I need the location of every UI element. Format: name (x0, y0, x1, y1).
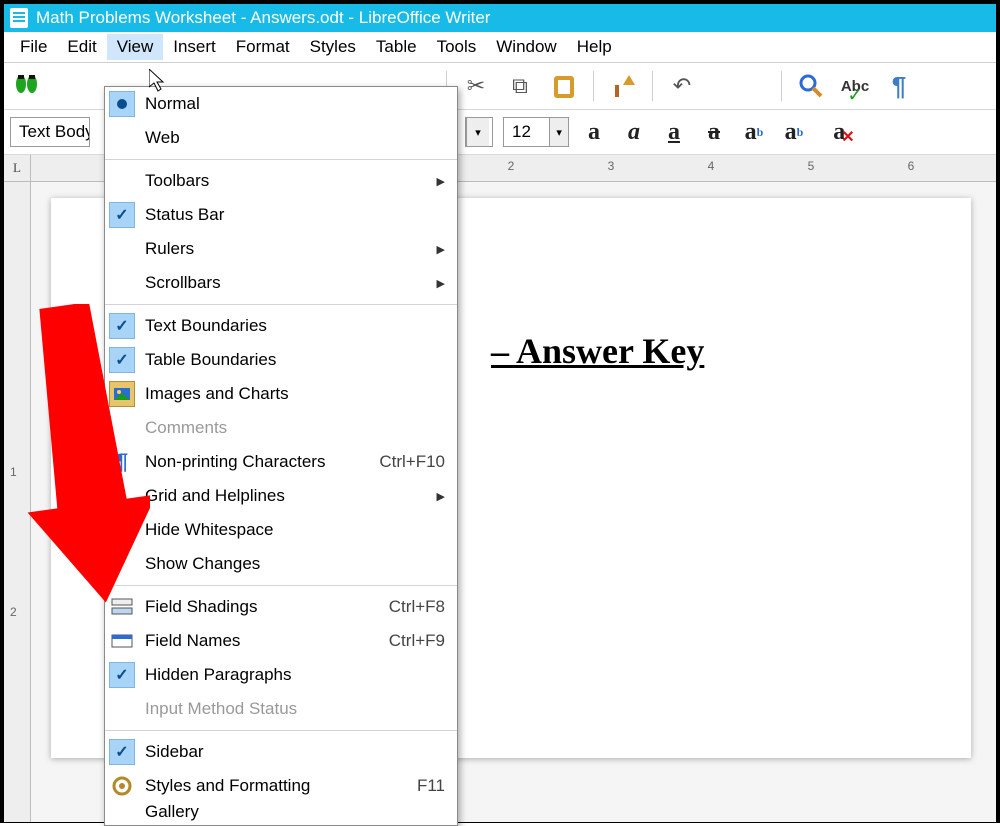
document-heading[interactable]: – Answer Key (491, 330, 704, 372)
ruler-v-mark: 2 (10, 605, 17, 619)
clone-formatting-icon[interactable] (606, 69, 640, 103)
clear-formatting-button[interactable]: a✕ (829, 117, 859, 147)
formatting-marks-icon[interactable]: ¶ (882, 69, 916, 103)
menu-item-input-method: Input Method Status (105, 692, 457, 726)
paragraph-style-value: Text Body (11, 122, 89, 142)
check-icon: ✓ (109, 347, 135, 373)
shortcut-label: F11 (417, 776, 445, 796)
check-icon: ✓ (109, 202, 135, 228)
menu-item-show-changes[interactable]: Show Changes (105, 547, 457, 581)
field-shadings-icon (111, 598, 133, 616)
submenu-arrow-icon: ▶ (437, 175, 445, 188)
menu-item-gallery[interactable]: Gallery (105, 803, 457, 821)
menu-item-scrollbars[interactable]: Scrollbars ▶ (105, 266, 457, 300)
menu-item-field-shadings[interactable]: Field Shadings Ctrl+F8 (105, 590, 457, 624)
toolbar-separator (781, 71, 782, 101)
submenu-arrow-icon: ▶ (437, 490, 445, 503)
menu-styles[interactable]: Styles (300, 34, 366, 60)
menu-view[interactable]: View (107, 34, 164, 60)
toolbar-separator (652, 71, 653, 101)
copy-icon[interactable]: ⧉ (503, 69, 537, 103)
spellcheck-icon[interactable]: Abc ✓ (838, 69, 872, 103)
menu-item-images-charts[interactable]: Images and Charts (105, 377, 457, 411)
menu-item-hidden-paragraphs[interactable]: ✓ Hidden Paragraphs (105, 658, 457, 692)
strikethrough-button[interactable]: a (699, 117, 729, 147)
superscript-button[interactable]: ab (739, 117, 769, 147)
font-size-combo[interactable]: 12 ▾ (503, 117, 569, 147)
font-size-dropdown-button[interactable]: ▾ (549, 118, 568, 146)
menu-format[interactable]: Format (226, 34, 300, 60)
ruler-h-mark: 5 (808, 159, 815, 173)
check-icon: ✓ (109, 739, 135, 765)
menu-item-table-boundaries[interactable]: ✓ Table Boundaries (105, 343, 457, 377)
find-replace-icon[interactable] (10, 69, 44, 103)
shortcut-label: Ctrl+F8 (389, 597, 445, 617)
field-names-icon (111, 632, 133, 650)
paste-icon[interactable] (547, 69, 581, 103)
styles-icon (112, 776, 132, 796)
shortcut-label: Ctrl+F9 (389, 631, 445, 651)
menu-tools[interactable]: Tools (427, 34, 487, 60)
image-icon (109, 381, 135, 407)
menu-item-toolbars[interactable]: Toolbars ▶ (105, 164, 457, 198)
menu-help[interactable]: Help (567, 34, 622, 60)
ruler-h-mark: 2 (508, 159, 515, 173)
menu-item-hide-whitespace[interactable]: Hide Whitespace (105, 513, 457, 547)
paragraph-style-combo[interactable]: Text Body (10, 117, 90, 147)
menu-item-text-boundaries[interactable]: ✓ Text Boundaries (105, 309, 457, 343)
ruler-h-mark: 6 (908, 159, 915, 173)
ruler-v-mark: 1 (10, 465, 17, 479)
document-icon (10, 8, 28, 28)
menu-item-grid-helplines[interactable]: Grid and Helplines ▶ (105, 479, 457, 513)
font-size-value: 12 (504, 122, 549, 142)
menu-item-normal[interactable]: Normal (105, 87, 457, 121)
find-icon[interactable] (794, 69, 828, 103)
menu-item-statusbar[interactable]: ✓ Status Bar (105, 198, 457, 232)
toolbar-separator (593, 71, 594, 101)
check-icon: ✓ (109, 313, 135, 339)
vertical-ruler[interactable]: 1 2 (4, 182, 31, 822)
ruler-h-mark: 3 (608, 159, 615, 173)
menu-item-field-names[interactable]: Field Names Ctrl+F9 (105, 624, 457, 658)
menubar: File Edit View Insert Format Styles Tabl… (4, 32, 996, 63)
menu-item-styles-formatting[interactable]: Styles and Formatting F11 (105, 769, 457, 803)
menu-insert[interactable]: Insert (163, 34, 226, 60)
menu-item-rulers[interactable]: Rulers ▶ (105, 232, 457, 266)
radio-checked-icon (109, 91, 135, 117)
ruler-corner: L (4, 155, 31, 182)
menu-item-comments: Comments (105, 411, 457, 445)
menu-item-web[interactable]: Web (105, 121, 457, 155)
view-menu: Normal Web Toolbars ▶ ✓ Status Bar Ruler… (104, 86, 458, 826)
menu-file[interactable]: File (10, 34, 57, 60)
undo-icon[interactable]: ↶ (665, 69, 699, 103)
menu-item-nonprinting[interactable]: ¶ Non-printing Characters Ctrl+F10 (105, 445, 457, 479)
check-icon: ✓ (109, 662, 135, 688)
menu-item-sidebar[interactable]: ✓ Sidebar (105, 735, 457, 769)
shortcut-label: Ctrl+F10 (379, 452, 445, 472)
submenu-arrow-icon: ▶ (437, 243, 445, 256)
pilcrow-icon: ¶ (116, 449, 128, 475)
italic-button[interactable]: a (619, 117, 649, 147)
submenu-arrow-icon: ▶ (437, 277, 445, 290)
menu-edit[interactable]: Edit (57, 34, 106, 60)
subscript-button[interactable]: ab (779, 117, 809, 147)
underline-button[interactable]: a (659, 117, 689, 147)
font-name-dropdown-button[interactable]: ▾ (465, 117, 493, 147)
ruler-h-mark: 4 (708, 159, 715, 173)
menu-table[interactable]: Table (366, 34, 427, 60)
menu-window[interactable]: Window (486, 34, 566, 60)
window-title: Math Problems Worksheet - Answers.odt - … (36, 8, 490, 28)
titlebar: Math Problems Worksheet - Answers.odt - … (4, 4, 996, 32)
cut-icon[interactable]: ✂ (459, 69, 493, 103)
bold-button[interactable]: a (579, 117, 609, 147)
